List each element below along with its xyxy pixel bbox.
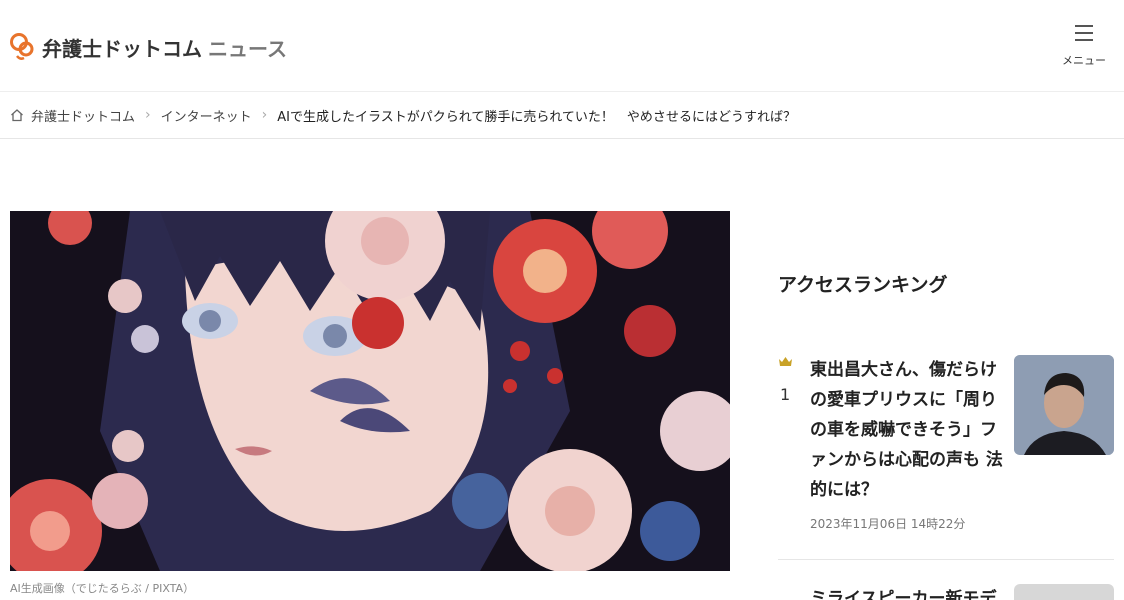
ranking-title: アクセスランキング xyxy=(778,274,948,296)
ranking-thumbnail[interactable] xyxy=(1014,584,1114,600)
ai-illustration-image xyxy=(10,211,730,571)
hamburger-icon xyxy=(1075,24,1093,41)
ranking-item[interactable]: 1 東出昌大さん、傷だらけの愛車プリウスに「周りの車を威嚇できそう」ファンからは… xyxy=(778,355,1114,560)
ranking-item[interactable]: ミライスピーカー新モデ xyxy=(778,580,1114,600)
breadcrumb-item-current: AIで生成したイラストがパクられて勝手に売られていた！ やめさせるにはどうすれば… xyxy=(277,109,796,125)
ranking-thumbnail[interactable] xyxy=(1014,355,1114,455)
rank-number: 1 xyxy=(780,385,791,404)
breadcrumb-home[interactable]: 弁護士ドットコム xyxy=(10,106,135,125)
ranking-headline[interactable]: 東出昌大さん、傷だらけの愛車プリウスに「周りの車を威嚇できそう」ファンからは心配… xyxy=(810,355,1005,505)
menu-label: メニュー xyxy=(1062,54,1106,67)
menu-button[interactable]: メニュー xyxy=(1058,24,1110,72)
article-hero-image xyxy=(10,211,730,571)
logo-text: 弁護士ドットコム xyxy=(42,36,202,61)
breadcrumb: 弁護士ドットコム › インターネット › AIで生成したイラストがパクられて勝手… xyxy=(0,92,1124,139)
crown-icon xyxy=(779,357,792,366)
chevron-right-icon: › xyxy=(145,107,151,123)
image-caption: AI生成画像（でじたるらぶ / PIXTA） xyxy=(10,582,195,595)
home-icon xyxy=(11,109,23,122)
chevron-right-icon: › xyxy=(261,107,268,123)
logo-sub-text: ニュース xyxy=(208,36,287,61)
ranking-date: 2023年11月06日 14時22分 xyxy=(810,517,966,531)
breadcrumb-item-internet[interactable]: インターネット xyxy=(161,106,252,125)
site-header: 弁護士ドットコム ニュース メニュー xyxy=(0,0,1124,92)
person-photo-image xyxy=(1014,355,1114,455)
ranking-headline[interactable]: ミライスピーカー新モデ xyxy=(810,584,997,600)
breadcrumb-item-home[interactable]: 弁護士ドットコム xyxy=(31,106,135,125)
logo-mark-icon xyxy=(10,33,34,60)
site-logo[interactable]: 弁護士ドットコム ニュース xyxy=(10,32,287,62)
